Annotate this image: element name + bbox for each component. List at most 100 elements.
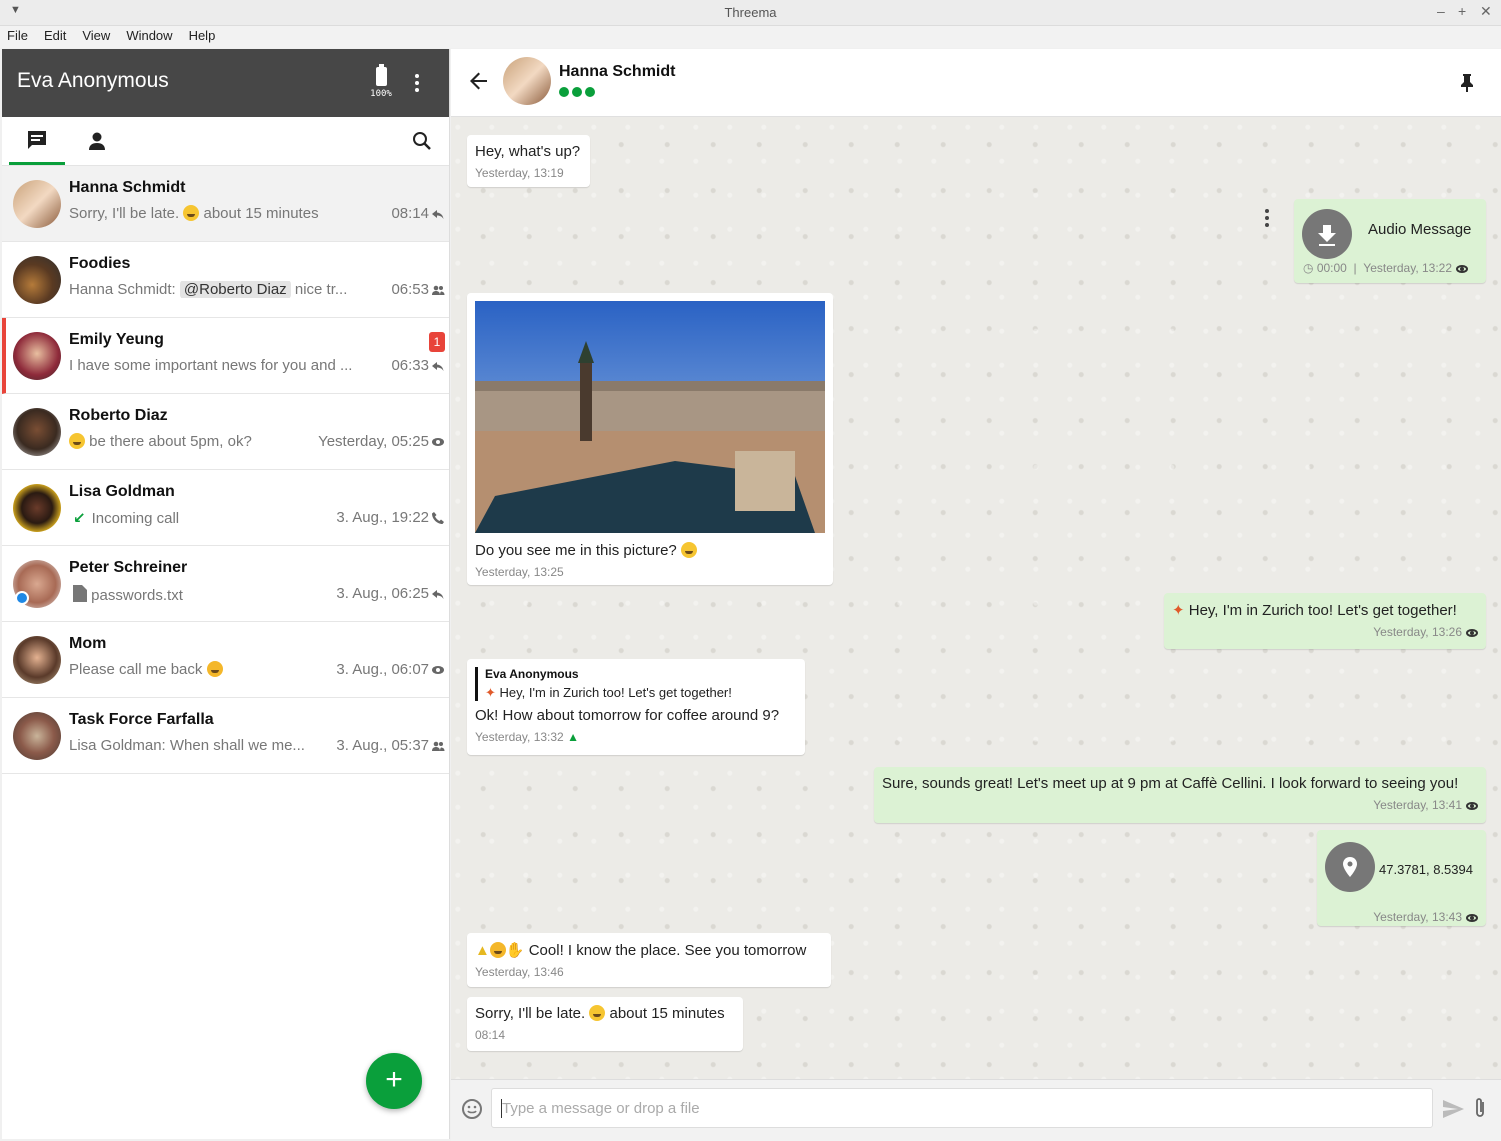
menu-help[interactable]: Help bbox=[189, 26, 216, 48]
emoji-picker-icon[interactable] bbox=[461, 1098, 483, 1120]
party-popper-emoji-icon: ✦ bbox=[1172, 602, 1185, 619]
kiss-emoji-icon bbox=[206, 661, 223, 677]
thumbs-up-icon: ▲ bbox=[567, 730, 579, 744]
read-eye-icon bbox=[1466, 914, 1478, 922]
tab-conversations[interactable] bbox=[9, 117, 65, 165]
search-button[interactable] bbox=[412, 131, 432, 156]
message-incoming-image[interactable]: Do you see me in this picture? Yesterday… bbox=[467, 293, 833, 585]
chat-list-icon bbox=[28, 130, 46, 149]
avatar bbox=[13, 408, 61, 456]
contact-avatar[interactable] bbox=[503, 57, 551, 105]
kiss-emoji-icon bbox=[489, 942, 506, 958]
message-meta: Yesterday, 13:22 bbox=[1363, 261, 1453, 275]
chat-item-emily-yeung[interactable]: Emily Yeung 1 I have some important news… bbox=[2, 318, 449, 394]
location-pin-icon bbox=[1343, 857, 1357, 877]
quoted-message[interactable]: Eva Anonymous ✦ Hey, I'm in Zurich too! … bbox=[475, 667, 797, 701]
chat-name: Foodies bbox=[69, 255, 131, 272]
pin-icon[interactable] bbox=[1459, 73, 1475, 93]
back-arrow-icon[interactable] bbox=[469, 71, 489, 91]
message-incoming[interactable]: Hey, what's up? Yesterday, 13:19 bbox=[467, 135, 590, 187]
attach-icon[interactable] bbox=[1473, 1096, 1487, 1120]
send-icon[interactable] bbox=[1442, 1100, 1464, 1118]
minimize-icon[interactable]: – bbox=[1437, 3, 1445, 19]
tab-contacts[interactable] bbox=[69, 117, 125, 165]
contact-name[interactable]: Hanna Schmidt bbox=[559, 63, 675, 81]
chat-time: 08:14 bbox=[391, 205, 429, 222]
unread-badge: 1 bbox=[429, 332, 445, 352]
raised-hands-emoji-icon: ✋ bbox=[505, 942, 525, 959]
grimace-emoji-icon bbox=[183, 205, 200, 221]
message-incoming-quote[interactable]: Eva Anonymous ✦ Hey, I'm in Zurich too! … bbox=[467, 659, 805, 755]
quote-text: ✦ Hey, I'm in Zurich too! Let's get toge… bbox=[485, 685, 732, 700]
chat-time: 3. Aug., 05:37 bbox=[336, 737, 429, 754]
location-coordinates: 47.3781, 8.5394 bbox=[1379, 862, 1473, 877]
chat-item-hanna-schmidt[interactable]: Hanna Schmidt Sorry, I'll be late. about… bbox=[2, 166, 449, 242]
message-outgoing-location[interactable]: 47.3781, 8.5394 Yesterday, 13:43 bbox=[1317, 830, 1486, 926]
chat-preview: Please call me back bbox=[69, 661, 319, 678]
message-text: ▲ ✋ Cool! I know the place. See you tomor… bbox=[475, 942, 807, 959]
chat-item-roberto-diaz[interactable]: Roberto Diaz be there about 5pm, ok? Yes… bbox=[2, 394, 449, 470]
message-composer: Type a message or drop a file bbox=[451, 1079, 1501, 1141]
location-button[interactable] bbox=[1325, 842, 1375, 892]
menu-view[interactable]: View bbox=[82, 26, 110, 48]
person-icon bbox=[89, 132, 105, 150]
sidebar: Eva Anonymous 100% Hanna Schmidt Sorry, … bbox=[2, 49, 450, 1139]
avatar bbox=[13, 636, 61, 684]
chat-time: Yesterday, 05:25 bbox=[318, 433, 429, 450]
message-options-icon[interactable] bbox=[1265, 209, 1269, 230]
message-meta: Yesterday, 13:41 bbox=[882, 798, 1478, 812]
chat-preview: I have some important news for you and .… bbox=[69, 357, 353, 374]
chat-name: Roberto Diaz bbox=[69, 407, 168, 424]
message-meta: 08:14 bbox=[475, 1028, 506, 1042]
message-text: Sorry, I'll be late. about 15 minutes bbox=[475, 1005, 725, 1022]
incoming-call-arrow-icon: ↙ bbox=[73, 510, 86, 527]
message-outgoing[interactable]: Sure, sounds great! Let's meet up at 9 p… bbox=[874, 767, 1486, 823]
audio-label: Audio Message bbox=[1368, 221, 1472, 238]
close-icon[interactable]: ✕ bbox=[1480, 3, 1492, 20]
photo-thumbnail[interactable] bbox=[475, 301, 825, 533]
quote-author: Eva Anonymous bbox=[485, 667, 579, 681]
message-text: Do you see me in this picture? bbox=[475, 542, 825, 559]
menu-edit[interactable]: Edit bbox=[44, 26, 66, 48]
avatar bbox=[13, 484, 61, 532]
phone-icon bbox=[432, 512, 444, 524]
grimace-emoji-icon bbox=[589, 1005, 606, 1021]
menu-window[interactable]: Window bbox=[126, 26, 172, 48]
message-meta: Yesterday, 13:19 bbox=[475, 166, 564, 180]
avatar bbox=[13, 332, 61, 380]
chat-item-foodies[interactable]: Foodies Hanna Schmidt: @Roberto Diaz nic… bbox=[2, 242, 449, 318]
wink-emoji-icon bbox=[69, 433, 85, 449]
chat-item-lisa-goldman[interactable]: Lisa Goldman ↙ Incoming call 3. Aug., 19:… bbox=[2, 470, 449, 546]
avatar bbox=[13, 256, 61, 304]
chat-name: Hanna Schmidt bbox=[69, 179, 186, 196]
chat-item-mom[interactable]: Mom Please call me back 3. Aug., 06:07 bbox=[2, 622, 449, 698]
file-icon bbox=[73, 585, 87, 602]
reply-icon bbox=[432, 210, 444, 219]
message-meta: Yesterday, 13:46 bbox=[475, 965, 564, 979]
thumbs-up-emoji-icon: ▲ bbox=[475, 942, 490, 959]
read-eye-icon bbox=[1466, 629, 1478, 637]
menu-file[interactable]: File bbox=[7, 26, 28, 48]
group-icon bbox=[432, 741, 445, 751]
read-eye-icon bbox=[1466, 802, 1478, 810]
message-outgoing-audio[interactable]: Audio Message ◷ 00:00 | Yesterday, 13:22 bbox=[1294, 199, 1486, 283]
message-incoming[interactable]: Sorry, I'll be late. about 15 minutes 08… bbox=[467, 997, 743, 1051]
mention-chip: @Roberto Diaz bbox=[179, 281, 291, 298]
message-input[interactable]: Type a message or drop a file bbox=[491, 1088, 1433, 1128]
message-incoming[interactable]: ▲ ✋ Cool! I know the place. See you tomor… bbox=[467, 933, 831, 987]
new-chat-button[interactable]: + bbox=[366, 1053, 422, 1109]
maximize-icon[interactable]: + bbox=[1458, 3, 1466, 19]
chat-preview: Sorry, I'll be late. about 15 minutes bbox=[69, 205, 319, 222]
chat-item-peter-schreiner[interactable]: Peter Schreiner passwords.txt 3. Aug., 0… bbox=[2, 546, 449, 622]
battery-icon bbox=[375, 64, 387, 86]
download-button[interactable] bbox=[1302, 209, 1352, 259]
chat-preview: ↙ Incoming call bbox=[73, 510, 180, 527]
message-outgoing[interactable]: ✦ Hey, I'm in Zurich too! Let's get toge… bbox=[1164, 593, 1486, 649]
profile-header: Eva Anonymous 100% bbox=[2, 49, 449, 117]
chat-preview: Lisa Goldman: When shall we me... bbox=[69, 737, 305, 754]
chat-item-task-force-farfalla[interactable]: Task Force Farfalla Lisa Goldman: When s… bbox=[2, 698, 449, 774]
profile-name[interactable]: Eva Anonymous bbox=[17, 69, 169, 93]
chat-time: 3. Aug., 06:07 bbox=[336, 661, 429, 678]
more-menu-icon[interactable] bbox=[415, 74, 419, 95]
message-text: Sure, sounds great! Let's meet up at 9 p… bbox=[882, 775, 1459, 792]
